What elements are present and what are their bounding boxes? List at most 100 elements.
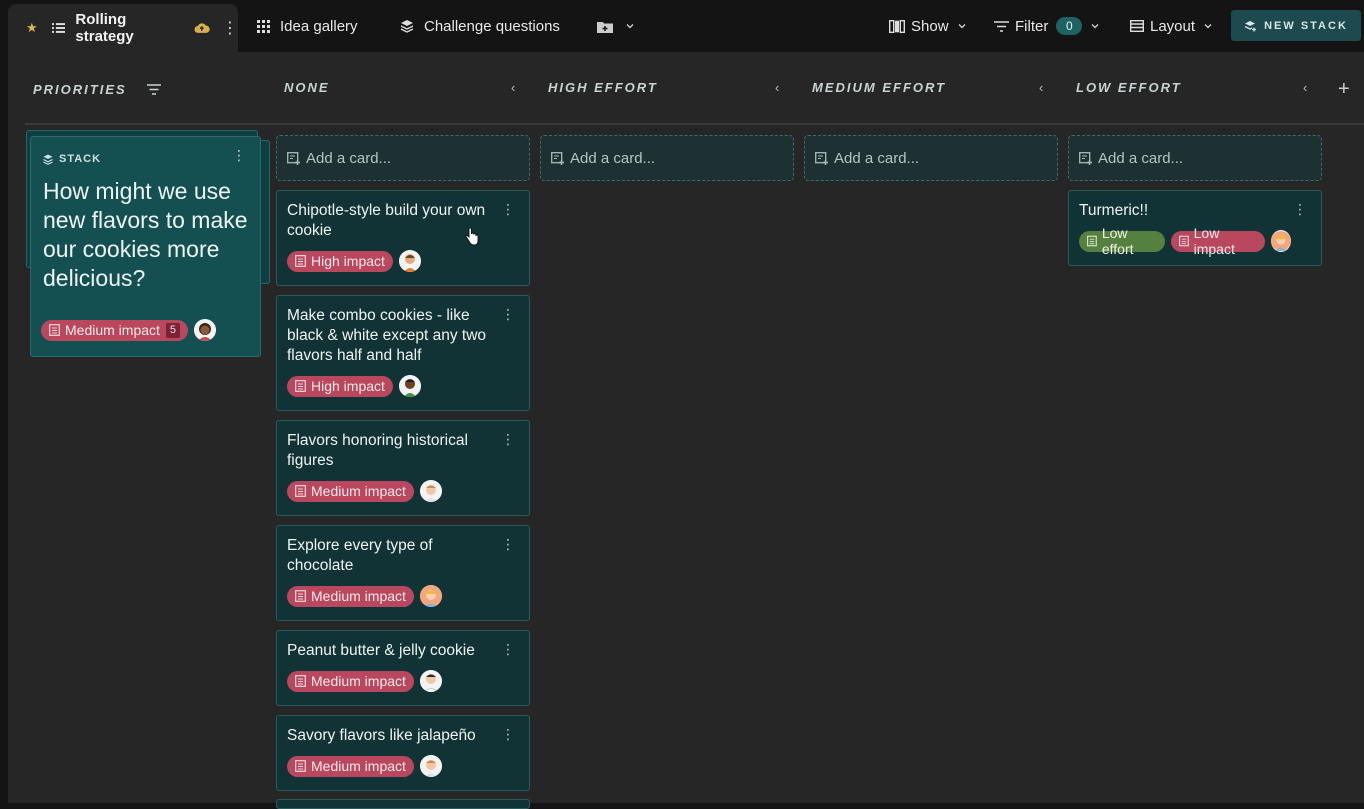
tag-icon <box>1087 235 1097 247</box>
card-tags: Medium impact <box>287 585 499 607</box>
collapse-column-icon[interactable]: ‹ <box>775 80 779 95</box>
impact-tag[interactable]: Low impact <box>1170 225 1266 257</box>
chevron-down-icon <box>1091 24 1099 29</box>
card-tags: High impact <box>287 250 499 272</box>
priorities-header: PRIORITIES <box>33 80 161 98</box>
sort-icon[interactable] <box>146 83 161 95</box>
filter-count-badge: 0 <box>1056 17 1083 35</box>
tag-label: Medium impact <box>311 483 406 499</box>
idea-card[interactable]: Explore every type of chocolate ⋮ Medium… <box>276 525 530 621</box>
idea-card[interactable]: Chipotle-style build your own cookie ⋮ H… <box>276 190 530 286</box>
impact-tag[interactable]: Medium impact <box>287 670 414 692</box>
stack-menu-icon[interactable]: ⋮ <box>232 147 246 164</box>
show-label: Show <box>911 17 949 35</box>
avatar[interactable] <box>398 250 421 272</box>
columns-icon <box>889 19 905 33</box>
stack-title: How might we use new flavors to make our… <box>43 178 248 291</box>
add-card-button[interactable]: Add a card... <box>1068 135 1322 181</box>
tag-label: High impact <box>311 253 385 269</box>
tag-icon <box>295 760 306 772</box>
card-menu-icon[interactable]: ⋮ <box>501 726 515 743</box>
card-menu-icon[interactable]: ⋮ <box>501 536 515 553</box>
layout-label: Layout <box>1150 17 1196 35</box>
chevron-down-icon <box>626 24 634 29</box>
collapse-column-icon[interactable]: ‹ <box>511 80 515 95</box>
add-column-icon[interactable]: + <box>1338 78 1350 101</box>
tag-icon <box>295 675 306 687</box>
idea-card[interactable]: Peanut butter & jelly cookie ⋮ Medium im… <box>276 630 530 706</box>
impact-tag[interactable]: High impact <box>287 375 393 397</box>
avatar[interactable] <box>193 319 216 341</box>
add-card-label: Add a card... <box>306 149 392 167</box>
tab-label: Challenge questions <box>424 17 560 35</box>
add-card-button[interactable]: Add a card... <box>276 135 530 181</box>
priorities-label: PRIORITIES <box>33 81 127 97</box>
idea-card[interactable]: Flavors honoring historical figures ⋮ Me… <box>276 420 530 516</box>
tag-icon <box>1178 235 1189 247</box>
stack-label-text: STACK <box>59 153 102 165</box>
stack-tags: Medium impact 5 <box>41 319 216 341</box>
avatar[interactable] <box>419 755 442 777</box>
column-header-none: NONE <box>284 80 330 95</box>
tag-icon <box>295 255 306 267</box>
add-card-label: Add a card... <box>834 149 920 167</box>
new-stack-button[interactable]: NEW STACK <box>1231 10 1361 41</box>
tab-rolling-strategy[interactable]: ★ Rolling strategy ⋮ <box>8 4 238 52</box>
layout-menu[interactable]: Layout <box>1130 12 1219 40</box>
card-menu-icon[interactable]: ⋮ <box>501 431 515 448</box>
impact-tag[interactable]: Medium impact 5 <box>41 319 188 341</box>
impact-tag[interactable]: Medium impact <box>287 480 414 502</box>
filter-menu[interactable]: Filter 0 <box>994 12 1106 40</box>
collapse-column-icon[interactable]: ‹ <box>1303 80 1307 95</box>
tag-label: Low impact <box>1193 225 1235 257</box>
layers-icon <box>43 154 53 165</box>
layers-icon <box>400 20 414 33</box>
card-menu-icon[interactable]: ⋮ <box>501 641 515 658</box>
avatar[interactable] <box>398 375 421 397</box>
header-divider <box>25 123 1364 125</box>
add-card-button[interactable]: Add a card... <box>540 135 794 181</box>
impact-tag[interactable]: Medium impact <box>287 585 414 607</box>
card-tags: Low effort Low impact <box>1079 225 1291 257</box>
card-tags: Medium impact <box>287 755 499 777</box>
tab-idea-gallery[interactable]: Idea gallery <box>257 4 358 48</box>
grid-icon <box>257 19 270 33</box>
card-menu-icon[interactable]: ⋮ <box>501 201 515 218</box>
add-card-icon <box>551 151 564 165</box>
collapse-column-icon[interactable]: ‹ <box>1039 80 1043 95</box>
column-header-low-effort: LOW EFFORT <box>1076 80 1182 95</box>
tab-menu-icon[interactable]: ⋮ <box>222 18 238 38</box>
idea-card[interactable]: Turmeric!! ⋮ Low effort Low impact <box>1068 190 1322 266</box>
new-stack-label: NEW STACK <box>1264 19 1348 32</box>
card-tags: Medium impact <box>287 670 499 692</box>
impact-tag[interactable]: Medium impact <box>287 755 414 777</box>
hand-cursor-icon <box>465 228 479 246</box>
avatar[interactable] <box>419 480 442 502</box>
tag-label: Medium impact <box>65 322 160 338</box>
idea-card[interactable]: Make combo cookies - like black & white … <box>276 295 530 411</box>
idea-card[interactable]: Savory flavors like jalapeño ⋮ Medium im… <box>276 715 530 791</box>
effort-tag[interactable]: Low effort <box>1079 225 1165 257</box>
avatar[interactable] <box>1271 230 1291 252</box>
tag-label: Medium impact <box>311 758 406 774</box>
avatar[interactable] <box>419 670 442 692</box>
card-menu-icon[interactable]: ⋮ <box>501 306 515 323</box>
add-card-button[interactable]: Add a card... <box>804 135 1058 181</box>
stack-card[interactable]: STACK ⋮ How might we use new flavors to … <box>30 136 261 357</box>
add-card-icon <box>815 151 828 165</box>
impact-tag[interactable]: High impact <box>287 250 393 272</box>
avatar[interactable] <box>419 585 442 607</box>
card-title: Flavors honoring historical figures <box>287 432 468 469</box>
show-menu[interactable]: Show <box>889 12 973 40</box>
tab-challenge-questions[interactable]: Challenge questions <box>400 4 560 48</box>
card-title: Turmeric!! <box>1079 202 1149 219</box>
card-title: Peanut butter & jelly cookie <box>287 642 475 659</box>
tag-icon <box>295 590 306 602</box>
column-header-medium-effort: MEDIUM EFFORT <box>812 80 947 95</box>
tag-icon <box>295 380 306 392</box>
add-tab-button[interactable] <box>597 4 645 48</box>
idea-card[interactable] <box>276 799 530 809</box>
tab-label: Idea gallery <box>280 17 358 35</box>
card-menu-icon[interactable]: ⋮ <box>1293 201 1307 218</box>
star-icon[interactable]: ★ <box>26 20 40 36</box>
